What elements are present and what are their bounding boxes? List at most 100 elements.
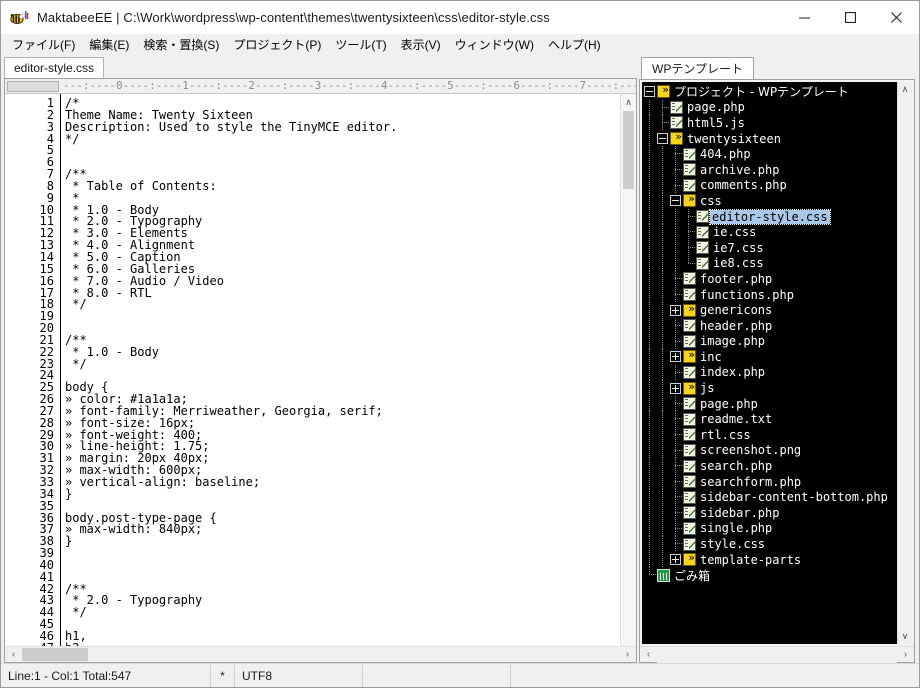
- tree-guide: [644, 349, 657, 365]
- ruler-corner: [5, 79, 61, 93]
- tree-horizontal-scrollbar[interactable]: ‹ ›: [640, 646, 914, 663]
- tree-item-label: css: [700, 193, 722, 208]
- file-icon: [683, 506, 696, 520]
- collapse-icon[interactable]: [644, 86, 655, 98]
- tree-elbow: [670, 271, 683, 287]
- file-icon: [683, 521, 696, 535]
- menu-help[interactable]: ヘルプ(H): [541, 35, 608, 55]
- tree-item-label: index.php: [700, 365, 766, 380]
- tree-item[interactable]: image.php: [644, 333, 897, 350]
- code-text[interactable]: /* Theme Name: Twenty Sixteen Descriptio…: [61, 94, 620, 646]
- tree-item[interactable]: readme.txt: [644, 411, 897, 427]
- scroll-right-icon[interactable]: ›: [619, 647, 636, 663]
- expand-icon[interactable]: [670, 351, 681, 363]
- tree-item[interactable]: sidebar-content-bottom.php: [644, 489, 897, 505]
- maximize-button[interactable]: [827, 1, 873, 34]
- tree-item[interactable]: template-parts: [644, 551, 897, 568]
- tree-item[interactable]: single.php: [644, 520, 897, 537]
- menu-tools[interactable]: ツール(T): [328, 35, 393, 55]
- tree-item[interactable]: page.php: [644, 395, 897, 412]
- horizontal-scroll-track[interactable]: [22, 646, 619, 662]
- vertical-scroll-thumb[interactable]: [623, 111, 634, 189]
- tree-guide: [644, 193, 657, 209]
- tree-elbow: [670, 146, 683, 162]
- folder-icon: [683, 302, 696, 317]
- window-controls: [781, 1, 919, 34]
- tree-item[interactable]: footer.php: [644, 271, 897, 287]
- folder-icon: [683, 551, 696, 567]
- file-icon: [683, 178, 696, 192]
- tree-guide: [644, 536, 657, 552]
- tree-horizontal-scroll-track[interactable]: [657, 646, 897, 663]
- tree-item[interactable]: archive.php: [644, 161, 897, 178]
- tree-item[interactable]: html5.js: [644, 115, 897, 131]
- menu-window[interactable]: ウィンドウ(W): [448, 35, 541, 55]
- editor-horizontal-scrollbar[interactable]: ‹ ›: [5, 646, 636, 662]
- horizontal-scroll-thumb[interactable]: [22, 647, 88, 661]
- tree-item[interactable]: genericons: [644, 302, 897, 318]
- tree-guide: [657, 520, 670, 537]
- tree-item-label: screenshot.png: [700, 443, 802, 458]
- tree-item[interactable]: ie7.css: [644, 239, 897, 256]
- tree-guide: [657, 193, 670, 209]
- menu-file[interactable]: ファイル(F): [5, 35, 82, 55]
- tree-guide: [657, 380, 670, 396]
- tree-elbow: [670, 427, 683, 443]
- expand-icon[interactable]: [670, 304, 681, 316]
- tree-item[interactable]: search.php: [644, 458, 897, 474]
- tree-item-label: プロジェクト - WPテンプレート: [674, 85, 849, 100]
- minimize-button[interactable]: [781, 1, 827, 34]
- tree-item[interactable]: screenshot.png: [644, 442, 897, 459]
- tree-item[interactable]: header.php: [644, 317, 897, 334]
- file-icon: [683, 428, 696, 442]
- tree-item-label: inc: [700, 349, 722, 364]
- tree-item-label: ie7.css: [713, 240, 764, 255]
- file-icon: [683, 319, 696, 333]
- vertical-scroll-track[interactable]: [620, 189, 636, 646]
- tab-wp-template[interactable]: WPテンプレート: [641, 57, 754, 79]
- tree-item[interactable]: rtl.css: [644, 427, 897, 443]
- file-icon: [696, 256, 709, 270]
- tree-item[interactable]: comments.php: [644, 177, 897, 194]
- tree-item[interactable]: css: [644, 192, 897, 209]
- tree-item[interactable]: 404.php: [644, 146, 897, 162]
- menu-edit[interactable]: 編集(E): [82, 35, 136, 55]
- tree-item[interactable]: js: [644, 380, 897, 396]
- expand-icon[interactable]: [670, 554, 681, 566]
- tree-item[interactable]: editor-style.css: [644, 208, 897, 225]
- tree-vertical-scrollbar[interactable]: ∧ ∨: [897, 82, 912, 644]
- tree-item[interactable]: inc: [644, 348, 897, 365]
- tree-item[interactable]: style.css: [644, 536, 897, 552]
- tree-scroll-left-icon[interactable]: ‹: [640, 647, 657, 663]
- scroll-left-icon[interactable]: ‹: [5, 647, 22, 663]
- collapse-icon[interactable]: [657, 133, 668, 145]
- collapse-icon[interactable]: [670, 195, 681, 207]
- tree-item[interactable]: ごみ箱: [644, 567, 897, 583]
- scroll-up-icon[interactable]: ∧: [620, 94, 636, 110]
- project-tree[interactable]: プロジェクト - WPテンプレートpage.phphtml5.jstwentys…: [642, 82, 897, 644]
- tree-item[interactable]: functions.php: [644, 286, 897, 303]
- tree-scroll-up-icon[interactable]: ∧: [898, 82, 913, 97]
- tree-item[interactable]: ie.css: [644, 224, 897, 240]
- folder-icon: [683, 192, 696, 208]
- tree-item[interactable]: index.php: [644, 364, 897, 381]
- tree-guide: [644, 255, 657, 272]
- tree-scroll-down-icon[interactable]: ∨: [898, 629, 913, 644]
- tree-item[interactable]: ie8.css: [644, 255, 897, 272]
- menu-view[interactable]: 表示(V): [394, 35, 448, 55]
- expand-icon[interactable]: [670, 382, 681, 394]
- tree-guide: [644, 551, 657, 568]
- menu-search-replace[interactable]: 検索・置換(S): [136, 35, 226, 55]
- tree-item[interactable]: searchform.php: [644, 473, 897, 490]
- tree-item-label: ie8.css: [713, 256, 764, 271]
- tab-editor-style-css[interactable]: editor-style.css: [4, 57, 105, 78]
- tree-item[interactable]: プロジェクト - WPテンプレート: [644, 83, 897, 100]
- tree-item[interactable]: twentysixteen: [644, 130, 897, 147]
- close-button[interactable]: [873, 1, 919, 34]
- file-icon: [683, 537, 696, 551]
- tree-item[interactable]: sidebar.php: [644, 505, 897, 521]
- tree-scroll-right-icon[interactable]: ›: [897, 647, 914, 663]
- tree-item[interactable]: page.php: [644, 99, 897, 116]
- editor-vertical-scrollbar[interactable]: ∧: [620, 94, 636, 646]
- menu-project[interactable]: プロジェクト(P): [226, 35, 328, 55]
